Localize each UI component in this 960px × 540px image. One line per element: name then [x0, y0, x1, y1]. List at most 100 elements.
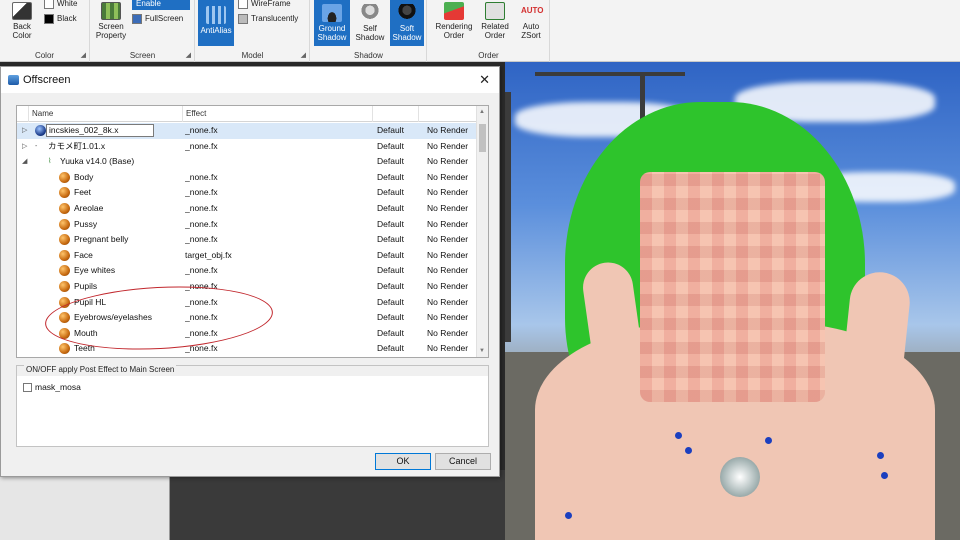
row-render[interactable]: No Render [427, 263, 477, 278]
timeline-panel[interactable] [0, 470, 170, 540]
row-effect[interactable]: _none.fx [185, 357, 370, 358]
table-row[interactable]: Feet _none.fx Default No Render [17, 185, 477, 201]
table-row[interactable]: ▷ - カモメ町1.01.x _none.fx Default No Render [17, 139, 477, 155]
row-render[interactable]: No Render [427, 185, 477, 200]
table-row[interactable]: Body _none.fx Default No Render [17, 170, 477, 186]
scroll-down-icon[interactable]: ▼ [479, 348, 485, 354]
soft-shadow-button[interactable]: Soft Shadow [390, 0, 424, 46]
row-effect[interactable]: _none.fx [185, 170, 370, 185]
name-edit-field[interactable]: incskies_002_8k.x [46, 124, 154, 137]
auto-zsort-label: Auto ZSort [521, 22, 541, 40]
row-default[interactable]: Default [377, 279, 417, 294]
row-render[interactable]: No Render [427, 201, 477, 216]
timeline-area [0, 470, 505, 540]
column-header-3[interactable] [373, 106, 419, 122]
close-icon[interactable]: ✕ [479, 72, 490, 88]
scroll-up-icon[interactable]: ▲ [479, 109, 485, 115]
table-row[interactable]: ▷ incskies_002_8k.x _none.fx Default No Rend… [17, 123, 477, 139]
expanded-arrow-icon[interactable]: ◢ [22, 154, 27, 169]
row-effect[interactable]: _none.fx [185, 139, 370, 154]
row-default[interactable]: Default [377, 201, 417, 216]
ok-button[interactable]: OK [375, 453, 431, 470]
accessory-globe-icon [35, 125, 46, 136]
row-default[interactable]: Default [377, 357, 417, 358]
row-render[interactable]: No Render [427, 248, 477, 263]
row-effect[interactable]: _none.fx [185, 201, 370, 216]
fullscreen-button[interactable]: FullScreen [132, 13, 183, 25]
wireframe-button[interactable]: WireFrame [238, 0, 291, 10]
dialog-titlebar[interactable]: Offscreen ✕ [1, 67, 499, 93]
table-row[interactable]: Areolae _none.fx Default No Render [17, 201, 477, 217]
post-effect-item-mask-mosa[interactable]: mask_mosa [23, 381, 81, 393]
table-row[interactable]: Blush _none.fx Default No Render [17, 357, 477, 358]
screen-property-button[interactable]: Screen Property [93, 2, 129, 44]
row-render[interactable]: No Render [427, 232, 477, 247]
white-button[interactable]: White [44, 0, 77, 10]
row-effect[interactable]: _none.fx [185, 232, 370, 247]
group-launcher-icon[interactable]: ◢ [186, 51, 191, 59]
row-default[interactable]: Default [377, 310, 417, 325]
cancel-button[interactable]: Cancel [435, 453, 491, 470]
row-default[interactable]: Default [377, 248, 417, 263]
row-render[interactable]: No Render [427, 295, 477, 310]
row-default[interactable]: Default [377, 217, 417, 232]
table-row[interactable]: Pregnant belly _none.fx Default No Render [17, 232, 477, 248]
group-launcher-icon[interactable]: ◢ [301, 51, 306, 59]
row-default[interactable]: Default [377, 154, 417, 169]
enable-button[interactable]: Enable [132, 0, 190, 10]
row-render[interactable]: No Render [427, 326, 477, 341]
row-effect[interactable]: _none.fx [185, 341, 370, 356]
row-default[interactable]: Default [377, 123, 417, 138]
row-render[interactable]: No Render [427, 341, 477, 356]
row-render[interactable]: No Render [427, 217, 477, 232]
row-default[interactable]: Default [377, 295, 417, 310]
antialias-button[interactable]: AntiAlias [198, 0, 234, 46]
translucently-button[interactable]: Translucently [238, 13, 298, 25]
back-color-button[interactable]: Back Color [4, 2, 40, 44]
row-default[interactable]: Default [377, 170, 417, 185]
table-row[interactable]: Eye whites _none.fx Default No Render [17, 263, 477, 279]
row-effect[interactable]: _none.fx [185, 185, 370, 200]
row-render[interactable]: No Render [427, 139, 477, 154]
column-header-name[interactable]: Name [29, 106, 183, 122]
row-default[interactable]: Default [377, 341, 417, 356]
row-render[interactable]: No Render [427, 123, 477, 138]
ground-shadow-button[interactable]: Ground Shadow [314, 0, 350, 46]
row-effect[interactable]: target_obj.fx [185, 248, 370, 263]
table-row[interactable]: Face target_obj.fx Default No Render [17, 248, 477, 264]
screen-property-label: Screen Property [95, 22, 127, 40]
row-default[interactable]: Default [377, 263, 417, 278]
scrollbar-thumb[interactable] [479, 124, 486, 152]
self-shadow-button[interactable]: Self Shadow [353, 0, 387, 46]
row-default[interactable]: Default [377, 232, 417, 247]
grid-scrollbar[interactable]: ▲ ▼ [476, 106, 488, 357]
expand-arrow-icon[interactable]: ▷ [22, 123, 27, 138]
row-effect[interactable]: _none.fx [185, 217, 370, 232]
expand-arrow-icon[interactable]: ▷ [22, 139, 27, 154]
row-default[interactable]: Default [377, 326, 417, 341]
row-render[interactable]: No Render [427, 310, 477, 325]
row-effect[interactable]: _none.fx [185, 123, 370, 138]
ribbon-group-label: Model [241, 51, 264, 60]
row-effect[interactable]: _none.fx [185, 263, 370, 278]
row-default[interactable]: Default [377, 185, 417, 200]
row-render[interactable]: No Render [427, 279, 477, 294]
table-row[interactable]: Pussy _none.fx Default No Render [17, 217, 477, 233]
black-button[interactable]: Black [44, 13, 77, 25]
table-row[interactable]: Pupils _none.fx Default No Render [17, 279, 477, 295]
rendering-order-button[interactable]: Rendering Order [432, 0, 476, 46]
row-render[interactable]: No Render [427, 154, 477, 169]
auto-zsort-button[interactable]: AUTO Auto ZSort [514, 0, 548, 46]
related-order-button[interactable]: Related Order [477, 0, 513, 46]
column-header-effect[interactable]: Effect [183, 106, 373, 122]
row-render[interactable]: No Render [427, 357, 477, 358]
mask-mosa-checkbox[interactable] [23, 383, 32, 393]
render-viewport[interactable] [505, 62, 960, 540]
table-row[interactable]: ◢ ⌇ Yuuka v14.0 (Base) Default No Render [17, 154, 477, 170]
column-header-4[interactable] [419, 106, 477, 122]
group-launcher-icon[interactable]: ◢ [81, 51, 86, 59]
row-effect[interactable] [185, 154, 370, 169]
material-sphere-icon [59, 234, 70, 246]
row-default[interactable]: Default [377, 139, 417, 154]
row-render[interactable]: No Render [427, 170, 477, 185]
